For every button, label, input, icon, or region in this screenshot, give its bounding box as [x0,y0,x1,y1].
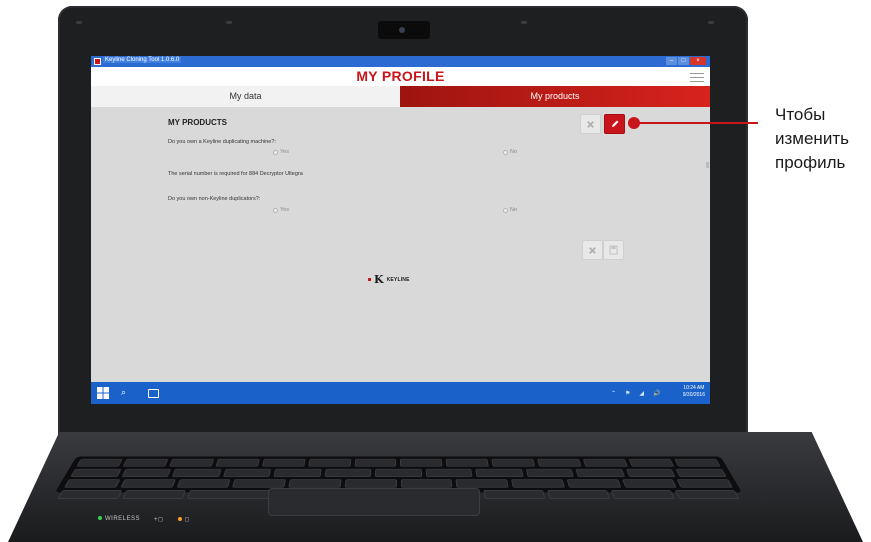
cancel-changes-button[interactable] [582,240,603,260]
tray-network-icon[interactable]: ⚑ [625,390,630,397]
radio-keyline-yes[interactable]: Yes [273,149,289,155]
task-view-icon[interactable] [148,389,159,398]
edit-button[interactable] [604,114,625,134]
touchpad [268,488,480,516]
tray-signal-icon[interactable]: ◢ [639,390,644,397]
close-icon [587,120,594,128]
app-icon [94,58,101,65]
battery-indicator: ◻ [177,516,190,523]
radio-keyline-no[interactable]: No [503,149,517,155]
section-title: MY PRODUCTS [168,118,227,127]
callout-line-1: Чтобы [775,105,826,124]
lid-mark [226,21,232,24]
serial-note: The serial number is required for 884 De… [168,171,303,177]
clock-time: 10:24 AM [683,385,705,391]
logo-mark: K [374,273,384,286]
question-keyline-machine: Do you own a Keyline duplicating machine… [168,139,276,145]
taskbar: ⌕ ⌃ ⚑ ◢ 🔊 10:24 AM 9/30/2016 [91,382,710,404]
laptop-base: WIRELESS +◻ ◻ [8,432,863,542]
radio-circle-icon [503,149,508,155]
tab-my-data[interactable]: My data [91,86,400,107]
minimize-button[interactable]: – [666,57,677,65]
webcam-lens [399,27,405,33]
callout-text: Чтобы изменить профиль [775,103,871,175]
products-panel: MY PRODUCTS Do you own a Keyline duplica… [91,107,710,382]
window-controls: – □ × [666,57,706,65]
save-button[interactable] [603,240,624,260]
callout-line-3: профиль [775,153,846,172]
taskbar-clock[interactable]: 10:24 AM 9/30/2016 [683,385,705,399]
cancel-button[interactable] [580,114,601,134]
webcam [378,21,430,39]
logo-text: KEYLINE [386,276,410,283]
lid-mark [76,21,82,24]
clock-date: 9/30/2016 [682,392,705,398]
close-button[interactable]: × [690,57,706,65]
app-header: MY PROFILE [91,67,710,86]
windows-start-icon[interactable] [97,387,109,399]
status-strip: WIRELESS +◻ ◻ [98,516,190,523]
callout-line-2: изменить [775,129,849,148]
system-tray: ⌃ ⚑ ◢ 🔊 [611,390,661,397]
search-icon[interactable]: ⌕ [121,387,126,398]
radio-nonkeyline-no[interactable]: No [503,207,517,213]
lid-mark [521,21,527,24]
close-icon [589,246,596,254]
wireless-indicator: WIRELESS [98,516,140,523]
save-icon [609,245,618,255]
callout-line [636,122,758,124]
tray-chevron-icon[interactable]: ⌃ [611,390,616,397]
screen: Keyline Cloning Tool 1.0.6.0 – □ × MY PR… [91,56,710,404]
radio-nonkeyline-yes[interactable]: Yes [273,207,289,213]
radio-circle-icon [503,207,508,213]
radio-circle-icon [273,149,278,155]
tab-bar: My data My products [91,86,710,107]
scrollbar[interactable] [706,162,709,168]
window-title: Keyline Cloning Tool 1.0.6.0 [103,57,182,63]
maximize-button[interactable]: □ [678,57,689,65]
page-title: MY PROFILE [356,68,445,84]
drive-indicator: +◻ [154,517,164,523]
window-titlebar[interactable]: Keyline Cloning Tool 1.0.6.0 – □ × [91,56,710,67]
hamburger-menu-icon[interactable] [690,70,704,82]
radio-circle-icon [273,207,278,213]
tab-my-products[interactable]: My products [400,86,710,107]
lid-mark [708,21,714,24]
tray-volume-icon[interactable]: 🔊 [653,390,660,397]
question-non-keyline: Do you own non-Keyline duplicators?: [168,196,261,202]
keyline-logo: K KEYLINE [368,273,410,286]
pencil-icon [611,120,618,127]
logo-red-dot [368,278,371,281]
callout-marker [628,117,640,129]
